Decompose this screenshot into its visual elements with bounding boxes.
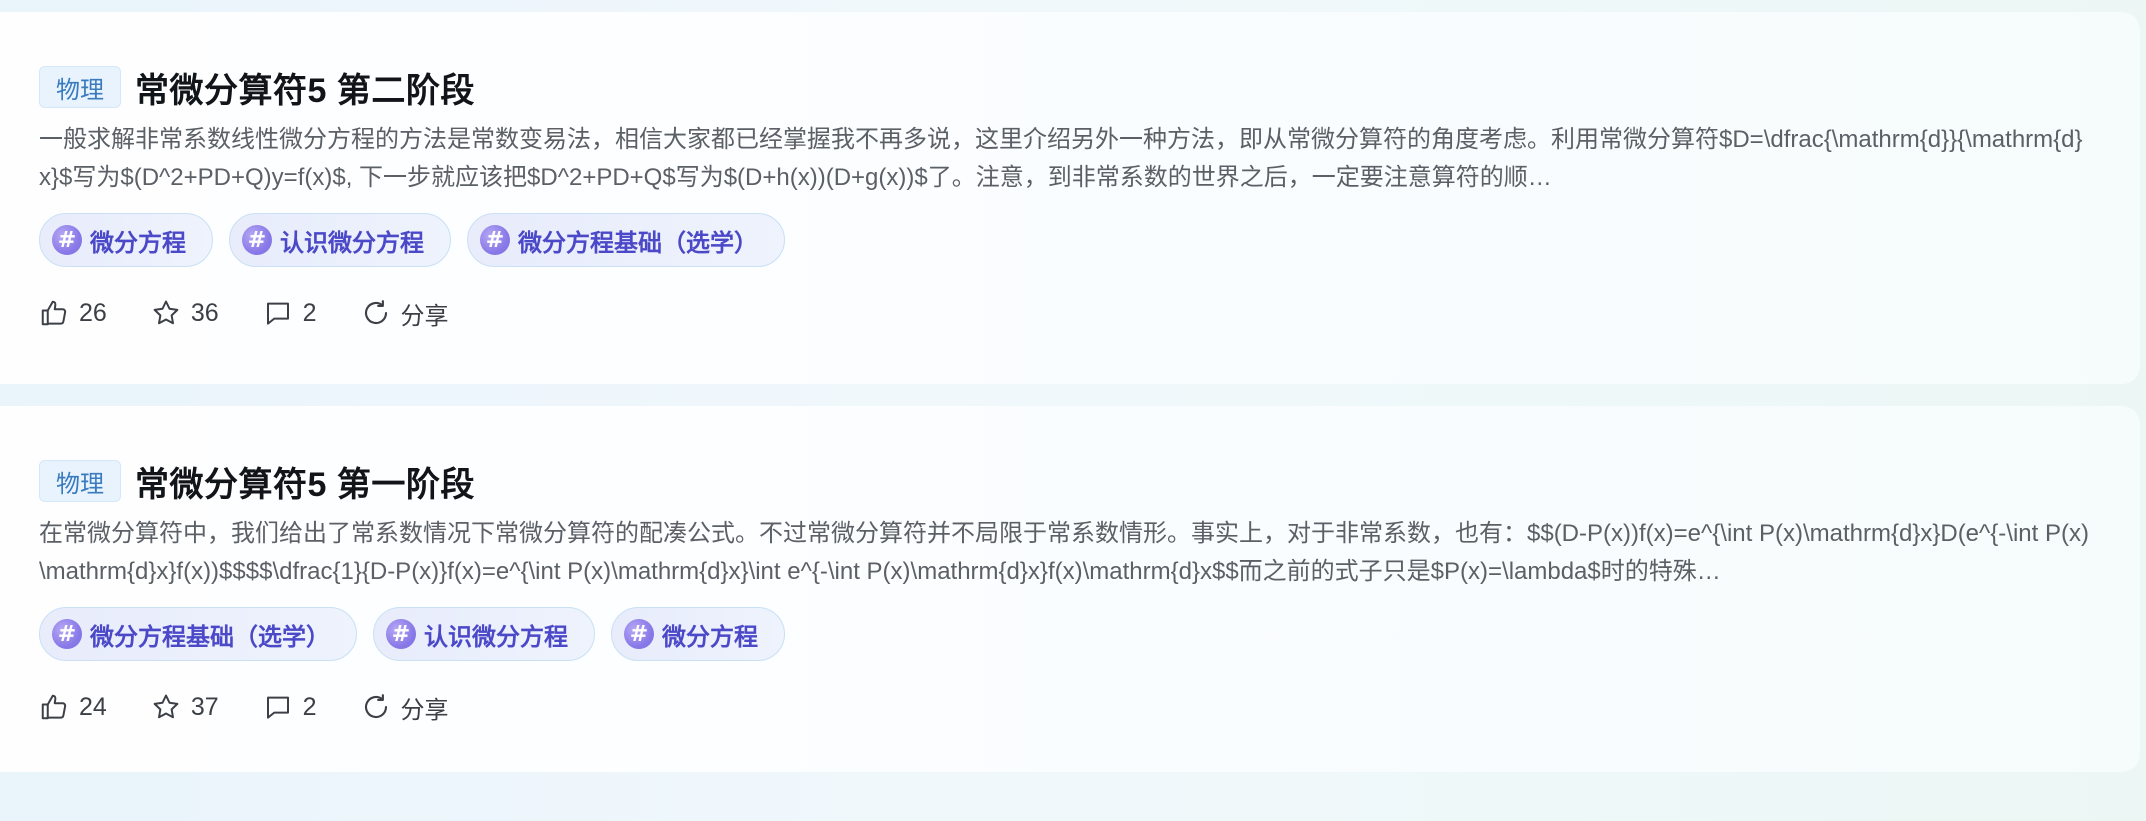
favorite-count: 37: [190, 692, 219, 721]
comment-button[interactable]: 2: [263, 298, 317, 328]
tag-label: 微分方程基础（选学）: [518, 229, 758, 257]
article-card[interactable]: 物理 常微分算符5 第二阶段 一般求解非常系数线性微分方程的方法是常数变易法，相…: [0, 12, 2140, 384]
article-title[interactable]: 常微分算符5 第一阶段: [135, 457, 475, 506]
comment-icon: [266, 696, 289, 719]
title-row: 物理 常微分算符5 第二阶段: [39, 63, 2100, 112]
article-card[interactable]: 物理 常微分算符5 第一阶段 在常微分算符中，我们给出了常系数情况下常微分算符的…: [0, 406, 2140, 772]
tag-list: # 微分方程基础（选学） # 认识微分方程 # 微分方程: [39, 607, 2100, 663]
topic-tag[interactable]: # 微分方程基础（选学）: [39, 607, 357, 661]
comment-button[interactable]: 2: [263, 692, 317, 722]
hashtag-icon: #: [52, 225, 82, 255]
favorite-count: 36: [190, 298, 219, 327]
topic-tag[interactable]: # 微分方程基础（选学）: [467, 213, 785, 267]
like-count: 24: [79, 692, 107, 721]
share-button[interactable]: 分享: [361, 296, 449, 331]
star-icon: [153, 694, 179, 719]
topic-tag[interactable]: # 认识微分方程: [373, 607, 595, 661]
topic-tag[interactable]: # 认识微分方程: [229, 213, 451, 267]
topic-tag[interactable]: # 微分方程: [611, 607, 785, 661]
article-title[interactable]: 常微分算符5 第二阶段: [135, 63, 475, 112]
subject-badge[interactable]: 物理: [39, 66, 121, 108]
share-button[interactable]: 分享: [361, 690, 449, 725]
tag-list: # 微分方程 # 认识微分方程 # 微分方程基础（选学）: [39, 213, 2100, 269]
article-summary[interactable]: 在常微分算符中，我们给出了常系数情况下常微分算符的配凑公式。不过常微分算符并不局…: [39, 515, 2099, 591]
share-icon: [364, 300, 387, 325]
share-icon: [364, 694, 387, 719]
favorite-button[interactable]: 36: [151, 298, 219, 328]
comment-count: 2: [302, 692, 317, 721]
hashtag-icon: #: [52, 619, 82, 649]
thumbs-up-icon: [41, 300, 67, 326]
share-label: 分享: [400, 696, 449, 724]
hashtag-icon: #: [624, 619, 654, 649]
comment-count: 2: [302, 298, 317, 327]
subject-badge[interactable]: 物理: [39, 460, 121, 502]
action-bar: 24 37 2 分享: [39, 687, 2100, 727]
tag-label: 微分方程: [662, 623, 758, 651]
tag-label: 认识微分方程: [424, 623, 568, 651]
like-button[interactable]: 24: [39, 692, 107, 722]
article-summary[interactable]: 一般求解非常系数线性微分方程的方法是常数变易法，相信大家都已经掌握我不再多说，这…: [39, 121, 2099, 197]
like-button[interactable]: 26: [39, 298, 107, 328]
hashtag-icon: #: [480, 225, 510, 255]
thumbs-up-icon: [41, 694, 67, 720]
topic-tag[interactable]: # 微分方程: [39, 213, 213, 267]
tag-label: 微分方程基础（选学）: [90, 623, 330, 651]
share-label: 分享: [400, 302, 449, 330]
title-row: 物理 常微分算符5 第一阶段: [39, 457, 2100, 506]
hashtag-icon: #: [242, 225, 272, 255]
star-icon: [153, 300, 179, 325]
like-count: 26: [79, 298, 107, 327]
action-bar: 26 36 2 分享: [39, 293, 2100, 333]
comment-icon: [266, 302, 289, 325]
tag-label: 认识微分方程: [280, 229, 424, 257]
favorite-button[interactable]: 37: [151, 692, 219, 722]
tag-label: 微分方程: [90, 229, 186, 257]
hashtag-icon: #: [386, 619, 416, 649]
